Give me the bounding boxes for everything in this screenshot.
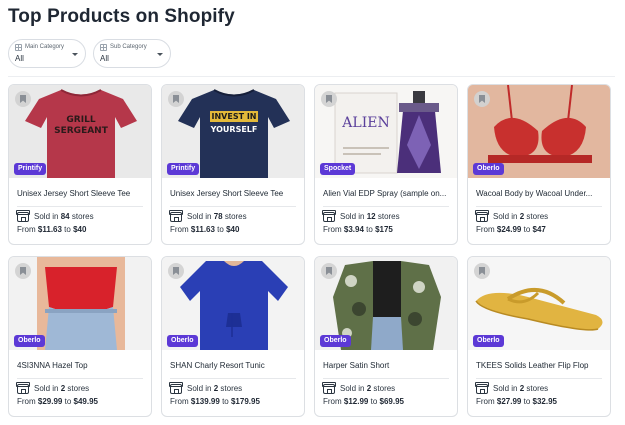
grid-icon [15,43,22,51]
source-badge: Printify [167,163,200,175]
source-badge: Oberlo [167,335,198,347]
grid-icon [100,43,107,51]
shirt-print-line2: YOURSELF [210,125,258,134]
sub-category-value: All [100,54,109,63]
product-image[interactable]: GRILL SERGEANT Printify [9,85,151,178]
bookmark-icon[interactable] [321,263,337,279]
price-range: From $12.99 to $69.95 [323,397,404,406]
bookmark-icon[interactable] [321,91,337,107]
price-range: From $11.63 to $40 [17,225,87,234]
shirt-print-line2: SERGEANT [54,126,109,136]
product-image[interactable]: Oberlo [468,85,610,178]
sub-category-select[interactable]: Sub Category All [93,39,171,68]
filter-bar: Main Category All Sub Category All [8,39,171,68]
source-badge: Oberlo [473,335,504,347]
store-icon [169,382,183,394]
header-divider [8,76,615,77]
product-card[interactable]: Oberlo Harper Satin Short Sold in 2 stor… [314,256,458,417]
bookmark-icon[interactable] [474,263,490,279]
store-icon [475,210,489,222]
price-range: From $27.99 to $32.95 [476,397,557,406]
product-image[interactable]: Oberlo [9,257,151,350]
product-card[interactable]: Oberlo TKEES Solids Leather Flip Flop So… [467,256,611,417]
bookmark-icon[interactable] [15,263,31,279]
sub-category-label: Sub Category [110,44,147,50]
bookmark-icon[interactable] [474,91,490,107]
product-card[interactable]: ALIEN Spocket Alien Vial EDP Spray (samp… [314,84,458,245]
stores-count: Sold in 2 stores [9,382,151,394]
price-range: From $24.99 to $47 [476,225,546,234]
chevron-down-icon [157,53,163,56]
store-icon [16,210,30,222]
product-card[interactable]: Oberlo 4SI3NNA Hazel Top Sold in 2 store… [8,256,152,417]
stores-count: Sold in 12 stores [315,210,457,222]
product-name[interactable]: Unisex Jersey Short Sleeve Tee [9,189,151,199]
store-icon [475,382,489,394]
product-name[interactable]: 4SI3NNA Hazel Top [9,361,151,371]
stores-count: Sold in 84 stores [9,210,151,222]
product-image[interactable]: Oberlo [468,257,610,350]
store-icon [322,210,336,222]
product-card[interactable]: INVEST IN YOURSELF Printify Unisex Jerse… [161,84,305,245]
product-card[interactable]: GRILL SERGEANT Printify Unisex Jersey Sh… [8,84,152,245]
store-icon [169,210,183,222]
stores-count: Sold in 78 stores [162,210,304,222]
product-grid: GRILL SERGEANT Printify Unisex Jersey Sh… [8,84,614,417]
shirt-print-line1: GRILL [66,115,95,125]
shirt-print-line1: INVEST IN [211,112,256,121]
product-card[interactable]: Oberlo Wacoal Body by Wacoal Under... So… [467,84,611,245]
source-badge: Oberlo [473,163,504,175]
product-image[interactable]: Oberlo [315,257,457,350]
main-category-select[interactable]: Main Category All [8,39,86,68]
store-icon [322,382,336,394]
product-image[interactable]: ALIEN Spocket [315,85,457,178]
product-card[interactable]: Oberlo SHAN Charly Resort Tunic Sold in … [161,256,305,417]
store-icon [16,382,30,394]
page-title: Top Products on Shopify [8,6,235,27]
perfume-brand: ALIEN [341,115,389,131]
bookmark-icon[interactable] [168,91,184,107]
stores-count: Sold in 2 stores [468,382,610,394]
product-name[interactable]: SHAN Charly Resort Tunic [162,361,304,371]
price-range: From $3.94 to $175 [323,225,393,234]
source-badge: Spocket [320,163,356,175]
price-range: From $139.99 to $179.95 [170,397,260,406]
source-badge: Oberlo [320,335,351,347]
product-name[interactable]: Unisex Jersey Short Sleeve Tee [162,189,304,199]
source-badge: Oberlo [14,335,45,347]
product-image[interactable]: Oberlo [162,257,304,350]
chevron-down-icon [72,53,78,56]
product-image[interactable]: INVEST IN YOURSELF Printify [162,85,304,178]
bookmark-icon[interactable] [15,91,31,107]
product-name[interactable]: Harper Satin Short [315,361,457,371]
product-name[interactable]: Wacoal Body by Wacoal Under... [468,189,610,199]
product-name[interactable]: Alien Vial EDP Spray (sample on... [315,189,457,199]
stores-count: Sold in 2 stores [162,382,304,394]
source-badge: Printify [14,163,47,175]
price-range: From $29.99 to $49.95 [17,397,98,406]
bookmark-icon[interactable] [168,263,184,279]
main-category-label: Main Category [25,44,65,50]
main-category-value: All [15,54,24,63]
stores-count: Sold in 2 stores [315,382,457,394]
stores-count: Sold in 2 stores [468,210,610,222]
product-name[interactable]: TKEES Solids Leather Flip Flop [468,361,610,371]
price-range: From $11.63 to $40 [170,225,240,234]
